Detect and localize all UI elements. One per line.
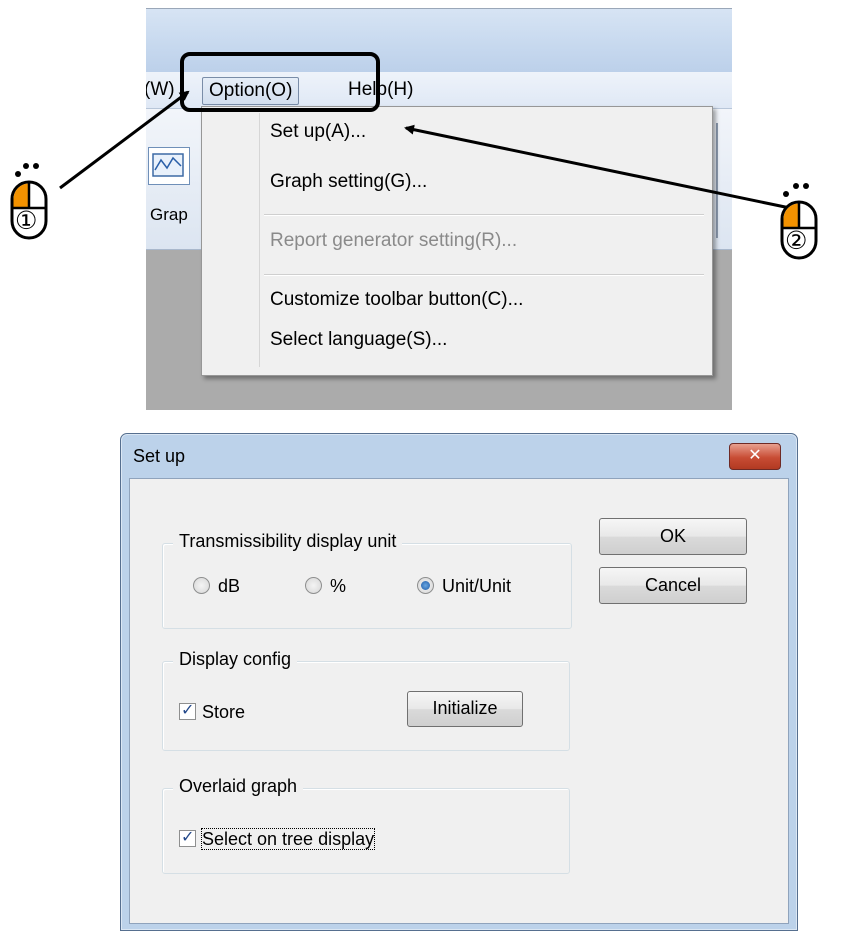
dialog-body: Transmissibility display unit dB % Unit/… <box>129 478 789 924</box>
checkbox-checked-icon <box>179 827 196 847</box>
mouse-left-click-icon: ② <box>778 180 826 270</box>
transmissibility-group: Transmissibility display unit dB % Unit/… <box>162 531 572 629</box>
radio-unit-unit-label: Unit/Unit <box>442 576 512 596</box>
setup-dialog: Set up ✕ Transmissibility display unit d… <box>120 433 798 931</box>
radio-percent-label: % <box>330 576 347 596</box>
menu-item-select-language[interactable]: Select language(S)... <box>270 329 447 351</box>
menu-separator <box>264 214 704 216</box>
menu-item-report-generator: Report generator setting(R)... <box>270 230 518 251</box>
radio-percent[interactable]: % <box>305 576 346 597</box>
radio-db-label: dB <box>218 576 241 596</box>
close-icon: ✕ <box>748 447 762 464</box>
graph-icon <box>148 147 190 185</box>
display-config-group-title: Display config <box>173 649 298 670</box>
checkbox-checked-icon <box>179 700 196 720</box>
radio-unit-unit[interactable]: Unit/Unit <box>417 576 511 597</box>
select-on-tree-checkbox[interactable]: Select on tree display <box>179 827 376 850</box>
radio-button-icon <box>193 577 210 594</box>
initialize-button[interactable]: Initialize <box>407 691 523 727</box>
menu-screenshot: (W) Option(O) Help(H) Grap Set up(A)... … <box>146 8 732 410</box>
menu-item-setup[interactable]: Set up(A)... <box>270 121 366 143</box>
menu-window[interactable]: (W) <box>146 77 181 103</box>
close-button[interactable]: ✕ <box>729 443 781 470</box>
store-checkbox[interactable]: Store <box>179 700 246 723</box>
menu-gutter <box>259 113 260 367</box>
graph-tool-button[interactable]: Grap <box>146 131 202 224</box>
step-1-marker: ① <box>15 207 38 235</box>
toolbar-divider <box>716 123 718 238</box>
menu-item-graph-setting[interactable]: Graph setting(G)... <box>270 171 427 193</box>
overlaid-graph-group-title: Overlaid graph <box>173 776 304 797</box>
option-dropdown-menu: Set up(A)... Graph setting(G)... Report … <box>201 106 713 376</box>
menu-item-customize-toolbar[interactable]: Customize toolbar button(C)... <box>270 289 523 311</box>
ok-button[interactable]: OK <box>599 518 747 555</box>
cancel-button[interactable]: Cancel <box>599 567 747 604</box>
menu-bar: (W) Option(O) Help(H) <box>146 72 732 109</box>
store-label: Store <box>202 702 246 722</box>
menu-help[interactable]: Help(H) <box>342 77 419 103</box>
select-on-tree-label: Select on tree display <box>200 828 376 850</box>
mouse-left-click-icon: ① <box>6 160 54 250</box>
radio-db[interactable]: dB <box>193 576 240 597</box>
radio-button-selected-icon <box>417 577 434 594</box>
radio-button-icon <box>305 577 322 594</box>
dialog-title: Set up <box>133 446 186 466</box>
graph-tool-label: Grap <box>150 205 188 224</box>
menu-separator <box>264 274 704 276</box>
step-2-marker: ② <box>785 227 808 255</box>
window-title-bar <box>146 8 732 73</box>
overlaid-graph-group: Overlaid graph Select on tree display <box>162 776 570 874</box>
menu-option[interactable]: Option(O) <box>202 77 300 105</box>
display-config-group: Display config Store Initialize <box>162 649 570 751</box>
transmissibility-group-title: Transmissibility display unit <box>173 531 403 552</box>
